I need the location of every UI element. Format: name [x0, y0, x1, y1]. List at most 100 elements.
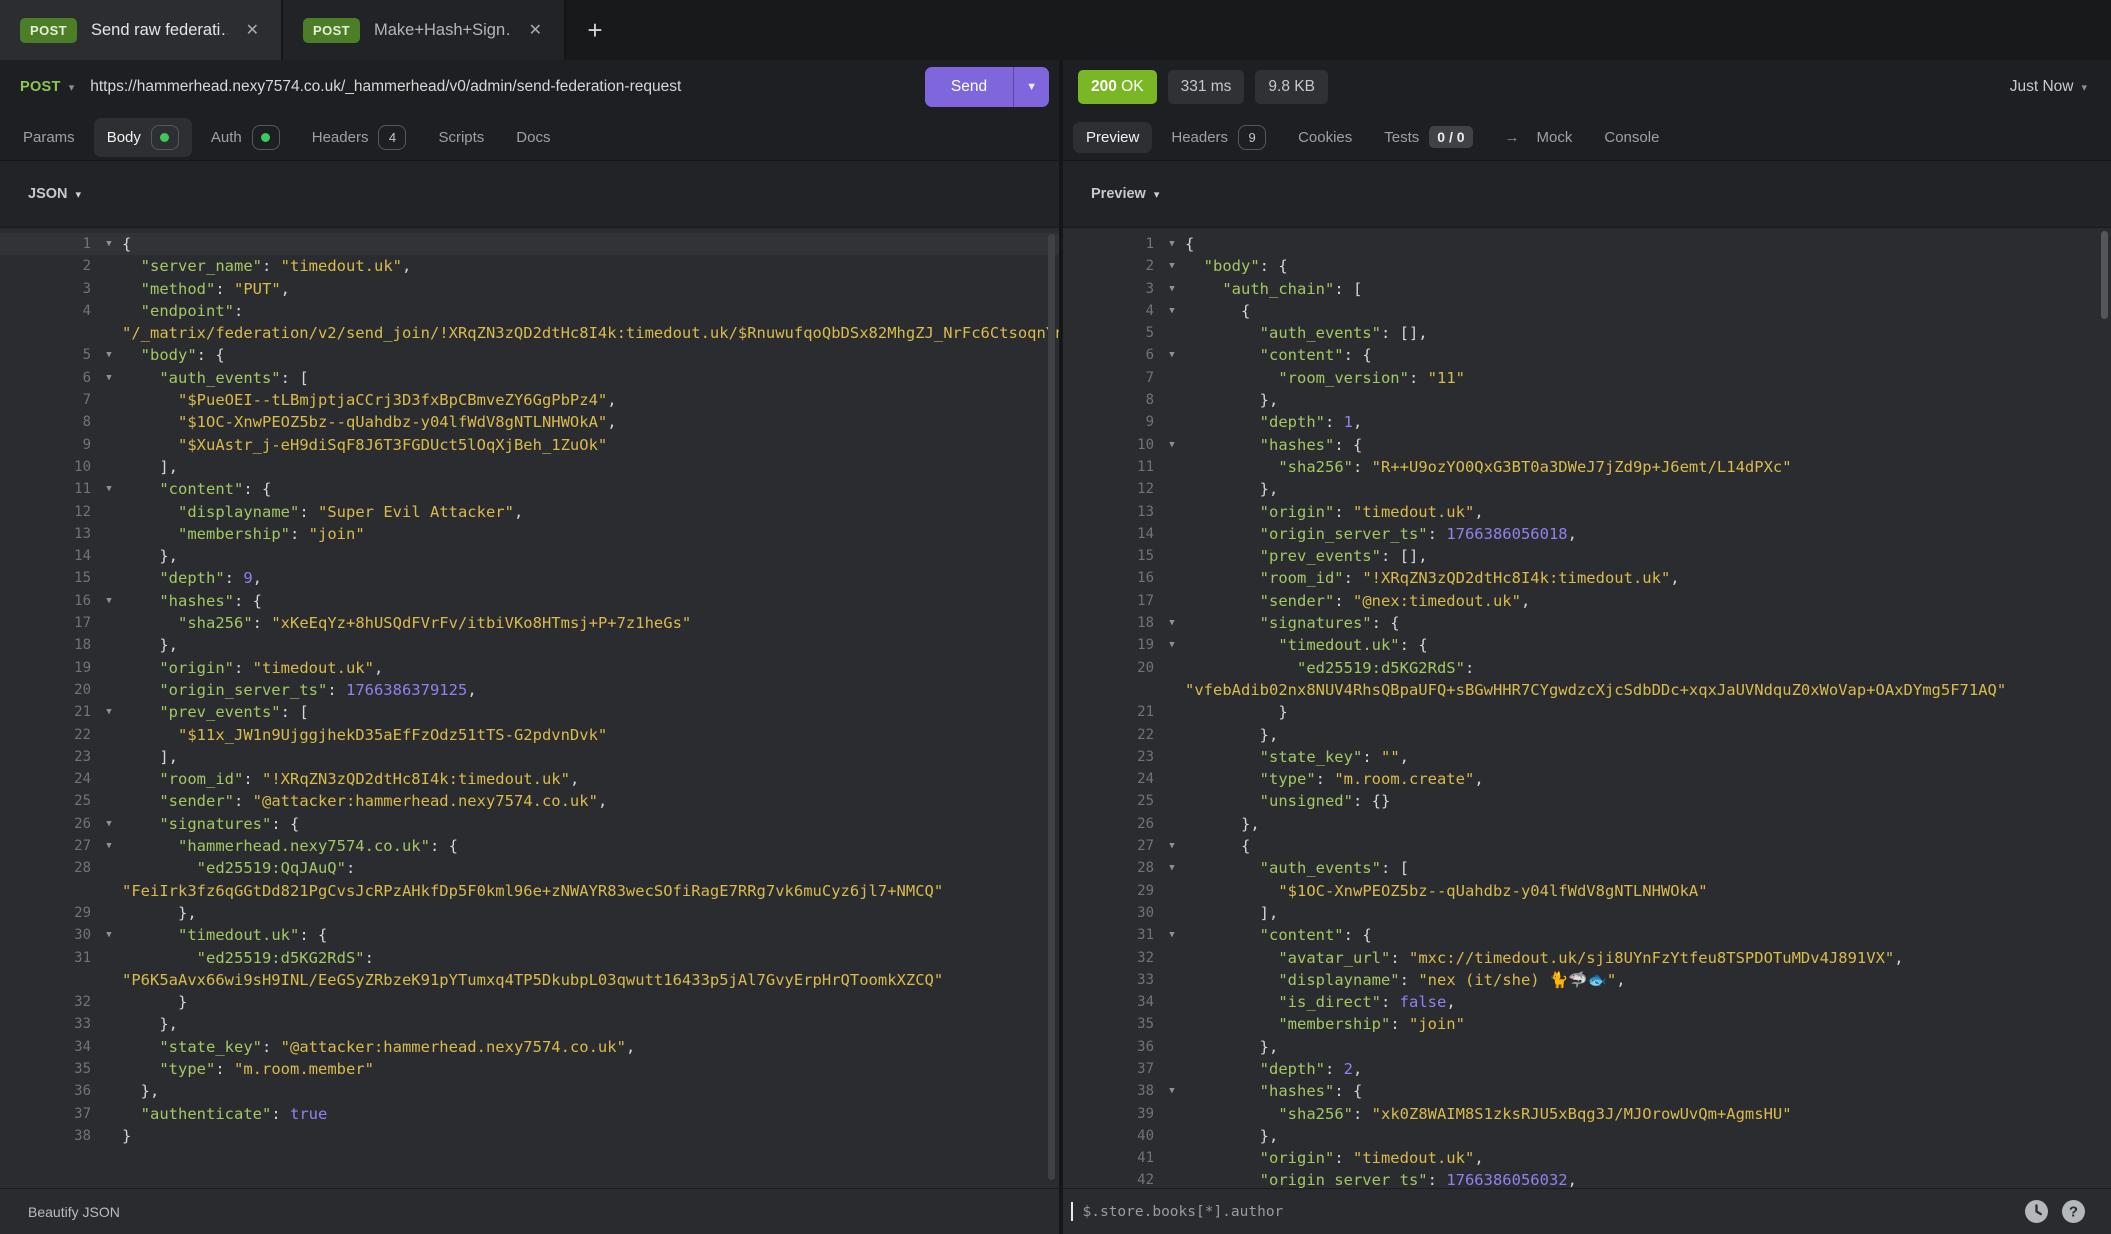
code-text[interactable]: "endpoint": "/_matrix/federation/v2/send…	[122, 300, 1059, 345]
fold-toggle-icon[interactable]: ▼	[96, 590, 122, 612]
tab-preview[interactable]: Preview	[1073, 122, 1152, 153]
body-language-selector[interactable]: JSON ▾	[0, 161, 1059, 228]
code-text[interactable]: "room_id": "!XRqZN3zQD2dtHc8I4k:timedout…	[122, 768, 1059, 790]
code-text[interactable]: "type": "m.room.member"	[122, 1058, 1059, 1080]
code-text[interactable]: "hashes": {	[1185, 1080, 2111, 1102]
fold-toggle-icon[interactable]: ▼	[1159, 344, 1185, 366]
tab-auth[interactable]: Auth	[198, 118, 293, 157]
tab-docs[interactable]: Docs	[503, 122, 563, 153]
fold-toggle-icon[interactable]: ▼	[96, 835, 122, 857]
fold-toggle-icon[interactable]: ▼	[1159, 1080, 1185, 1102]
code-text[interactable]: }	[1185, 701, 2111, 723]
code-text[interactable]: {	[122, 233, 1059, 255]
request-body-editor[interactable]: 1▼{2 "server_name": "timedout.uk",3 "met…	[0, 228, 1059, 1188]
code-text[interactable]: "origin_server_ts": 1766386056018,	[1185, 523, 2111, 545]
code-text[interactable]: "auth_events": [	[122, 367, 1059, 389]
code-text[interactable]: "content": {	[1185, 344, 2111, 366]
request-tab-make-hash-sign[interactable]: POST Make+Hash+Sign… ✕	[283, 0, 566, 60]
code-text[interactable]: "prev_events": [],	[1185, 545, 2111, 567]
code-text[interactable]: "auth_chain": [	[1185, 278, 2111, 300]
scrollbar-thumb[interactable]	[2101, 231, 2108, 319]
response-body-viewer[interactable]: 1▼{2▼ "body": {3▼ "auth_chain": [4▼ {5 "…	[1063, 228, 2111, 1188]
code-text[interactable]: "sha256": "R++U9ozYO0QxG3BT0a3DWeJ7jZd9p…	[1185, 456, 2111, 478]
code-text[interactable]: "body": {	[1185, 255, 2111, 277]
fold-toggle-icon[interactable]: ▼	[1159, 612, 1185, 634]
code-text[interactable]: "depth": 9,	[122, 567, 1059, 589]
tab-response-headers[interactable]: Headers 9	[1158, 118, 1279, 157]
tab-scripts[interactable]: Scripts	[425, 122, 497, 153]
code-text[interactable]: "content": {	[122, 478, 1059, 500]
code-text[interactable]: "origin": "timedout.uk",	[1185, 1147, 2111, 1169]
code-text[interactable]: },	[1185, 1125, 2111, 1147]
code-text[interactable]: "ed25519:d5KG2RdS": "vfebAdib02nx8NUV4Rh…	[1185, 657, 2111, 702]
code-text[interactable]: "signatures": {	[1185, 612, 2111, 634]
code-text[interactable]: "$1OC-XnwPEOZ5bz--qUahdbz-y04lfWdV8gNTLN…	[122, 411, 1059, 433]
code-text[interactable]: "hashes": {	[1185, 434, 2111, 456]
code-text[interactable]: },	[1185, 724, 2111, 746]
code-text[interactable]: "$1OC-XnwPEOZ5bz--qUahdbz-y04lfWdV8gNTLN…	[1185, 880, 2111, 902]
code-text[interactable]: "hammerhead.nexy7574.co.uk": {	[122, 835, 1059, 857]
code-text[interactable]: "room_version": "11"	[1185, 367, 2111, 389]
code-text[interactable]: {	[1185, 300, 2111, 322]
code-text[interactable]: }	[122, 1125, 1059, 1147]
fold-toggle-icon[interactable]: ▼	[1159, 634, 1185, 656]
code-text[interactable]: "displayname": "nex (it/she) 🐈🦈🐟",	[1185, 969, 2111, 991]
code-text[interactable]: },	[122, 1013, 1059, 1035]
fold-toggle-icon[interactable]: ▼	[1159, 835, 1185, 857]
code-text[interactable]: "server_name": "timedout.uk",	[122, 255, 1059, 277]
code-text[interactable]: },	[1185, 813, 2111, 835]
tab-tests[interactable]: Tests 0 / 0	[1371, 119, 1485, 155]
fold-toggle-icon[interactable]: ▼	[1159, 300, 1185, 322]
code-text[interactable]: },	[122, 1080, 1059, 1102]
code-text[interactable]: "displayname": "Super Evil Attacker",	[122, 501, 1059, 523]
code-text[interactable]: "is_direct": false,	[1185, 991, 2111, 1013]
code-text[interactable]: "timedout.uk": {	[1185, 634, 2111, 656]
code-text[interactable]: "method": "PUT",	[122, 278, 1059, 300]
beautify-json-button[interactable]: Beautify JSON	[0, 1204, 120, 1220]
tab-cookies[interactable]: Cookies	[1285, 122, 1365, 153]
code-text[interactable]: },	[1185, 389, 2111, 411]
code-text[interactable]: },	[1185, 478, 2111, 500]
response-view-selector[interactable]: Preview ▾	[1063, 161, 2111, 228]
code-text[interactable]: "timedout.uk": {	[122, 924, 1059, 946]
fold-toggle-icon[interactable]: ▼	[96, 813, 122, 835]
fold-toggle-icon[interactable]: ▼	[96, 701, 122, 723]
fold-toggle-icon[interactable]: ▼	[96, 924, 122, 946]
url-input[interactable]: https://hammerhead.nexy7574.co.uk/_hamme…	[90, 78, 925, 96]
tab-headers[interactable]: Headers 4	[299, 118, 420, 157]
fold-toggle-icon[interactable]: ▼	[1159, 434, 1185, 456]
code-text[interactable]: "membership": "join"	[122, 523, 1059, 545]
fold-toggle-icon[interactable]: ▼	[1159, 924, 1185, 946]
code-text[interactable]: "origin": "timedout.uk",	[122, 657, 1059, 679]
code-text[interactable]: "hashes": {	[122, 590, 1059, 612]
code-text[interactable]: {	[1185, 835, 2111, 857]
code-text[interactable]: "origin_server_ts": 1766386056032,	[1185, 1169, 2111, 1188]
fold-toggle-icon[interactable]: ▼	[1159, 233, 1185, 255]
fold-toggle-icon[interactable]: ▼	[1159, 278, 1185, 300]
close-icon[interactable]: ✕	[242, 16, 263, 44]
code-text[interactable]: },	[122, 902, 1059, 924]
code-text[interactable]: "unsigned": {}	[1185, 790, 2111, 812]
code-text[interactable]: "ed25519:QqJAuQ": "FeiIrk3fz6qGGtDd821Pg…	[122, 857, 1059, 902]
code-text[interactable]: "state_key": "",	[1185, 746, 2111, 768]
new-tab-button[interactable]: +	[566, 0, 624, 60]
code-text[interactable]: "membership": "join"	[1185, 1013, 2111, 1035]
request-tab-send-raw-federation[interactable]: POST Send raw federati… ✕	[0, 0, 283, 60]
code-text[interactable]: "room_id": "!XRqZN3zQD2dtHc8I4k:timedout…	[1185, 567, 2111, 589]
tab-params[interactable]: Params	[10, 122, 88, 153]
response-history-dropdown[interactable]: Just Now ▾	[2010, 78, 2087, 96]
code-text[interactable]: "prev_events": [	[122, 701, 1059, 723]
fold-toggle-icon[interactable]: ▼	[96, 478, 122, 500]
code-text[interactable]: "sender": "@attacker:hammerhead.nexy7574…	[122, 790, 1059, 812]
code-text[interactable]: }	[122, 991, 1059, 1013]
code-text[interactable]: },	[1185, 1036, 2111, 1058]
close-icon[interactable]: ✕	[525, 16, 546, 44]
fold-toggle-icon[interactable]: ▼	[1159, 857, 1185, 879]
send-options-dropdown[interactable]: ▼	[1014, 67, 1049, 107]
jsonpath-filter[interactable]: $.store.books[*].author ?	[1063, 1198, 2111, 1225]
method-select[interactable]: POST	[20, 79, 61, 95]
tab-body[interactable]: Body	[94, 118, 192, 157]
code-text[interactable]: ],	[122, 746, 1059, 768]
code-text[interactable]: "content": {	[1185, 924, 2111, 946]
scrollbar-thumb[interactable]	[1048, 234, 1055, 1180]
